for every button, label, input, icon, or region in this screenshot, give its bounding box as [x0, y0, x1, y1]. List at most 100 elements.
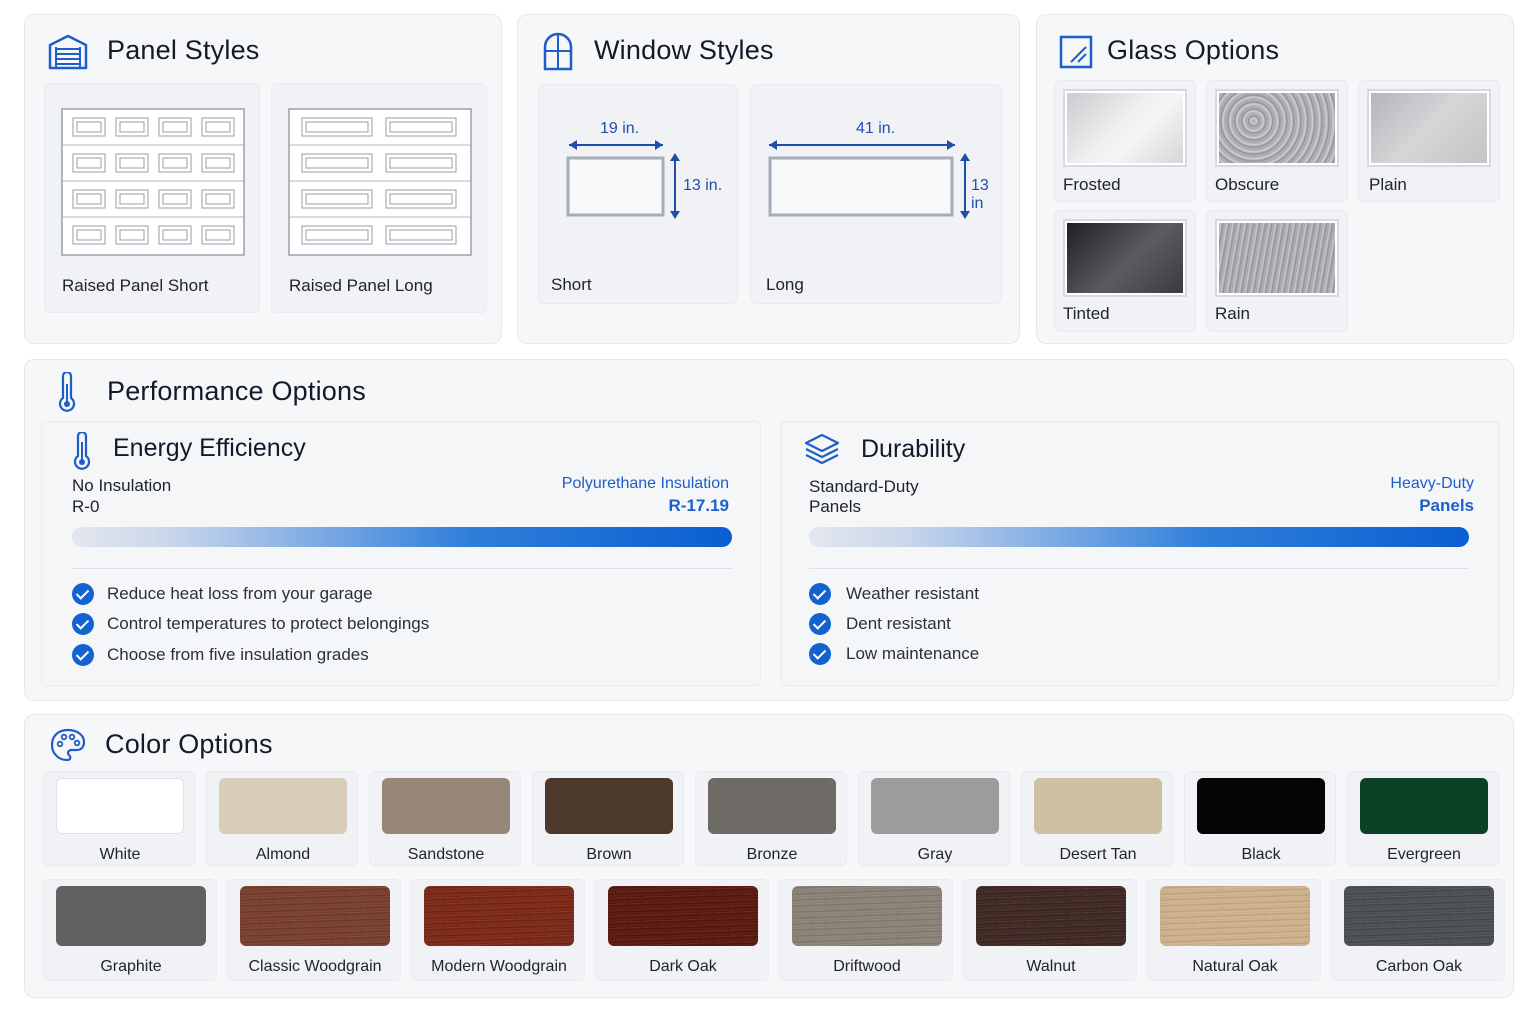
color-option-dark-oak[interactable]: Dark Oak — [595, 879, 769, 981]
glass-option-frosted[interactable]: Frosted — [1054, 80, 1196, 202]
color-option-almond[interactable]: Almond — [206, 771, 358, 866]
color-option-carbon-oak[interactable]: Carbon Oak — [1331, 879, 1505, 981]
color-options-title: Color Options — [105, 729, 273, 759]
palette-icon — [50, 728, 86, 762]
color-swatch — [382, 778, 510, 834]
color-option-label: Driftwood — [833, 958, 901, 975]
panel-styles-title: Panel Styles — [107, 35, 260, 65]
color-option-black[interactable]: Black — [1184, 771, 1336, 866]
check-icon — [72, 644, 94, 666]
color-swatch — [424, 886, 574, 946]
color-option-desert-tan[interactable]: Desert Tan — [1021, 771, 1173, 866]
window-option-short[interactable]: 19 in. 13 in. Short — [538, 84, 738, 304]
performance-options-card: Performance Options Energy Efficiency No… — [24, 359, 1514, 701]
color-option-white[interactable]: White — [43, 771, 195, 866]
glass-option-obscure[interactable]: Obscure — [1206, 80, 1348, 202]
check-icon — [809, 643, 831, 665]
color-option-bronze[interactable]: Bronze — [695, 771, 847, 866]
color-swatch — [545, 778, 673, 834]
durability-panel: Durability Standard-Duty Panels Heavy-Du… — [780, 421, 1500, 686]
panel-option-raised-short[interactable]: Raised Panel Short — [44, 83, 260, 313]
glass-option-label: Rain — [1215, 304, 1250, 323]
energy-efficiency-panel: Energy Efficiency No Insulation R-0 Poly… — [41, 421, 761, 686]
color-option-label: White — [99, 846, 141, 863]
color-option-sandstone[interactable]: Sandstone — [369, 771, 521, 866]
color-option-modern-woodgrain[interactable]: Modern Woodgrain — [411, 879, 585, 981]
color-swatch — [976, 886, 1126, 946]
color-option-label: Dark Oak — [649, 958, 717, 975]
long-window-diagram — [768, 140, 970, 219]
color-option-evergreen[interactable]: Evergreen — [1347, 771, 1499, 866]
color-swatch — [56, 886, 206, 946]
glass-option-label: Tinted — [1063, 304, 1110, 323]
color-option-label: Black — [1241, 846, 1281, 863]
arched-window-icon — [543, 32, 573, 71]
glass-option-tinted[interactable]: Tinted — [1054, 210, 1196, 332]
glass-options-card: Glass Options Frosted Obscure Plain Tint… — [1036, 14, 1514, 344]
check-icon — [72, 613, 94, 635]
color-swatch — [219, 778, 347, 834]
color-option-label: Modern Woodgrain — [431, 958, 567, 975]
color-option-driftwood[interactable]: Driftwood — [779, 879, 953, 981]
energy-feature: Control temperatures to protect belongin… — [107, 614, 430, 633]
color-option-gray[interactable]: Gray — [858, 771, 1010, 866]
color-swatch — [1197, 778, 1325, 834]
color-option-graphite[interactable]: Graphite — [43, 879, 217, 981]
durability-left-label: Panels — [809, 497, 861, 516]
check-icon — [72, 583, 94, 605]
panel-option-label: Raised Panel Long — [289, 276, 433, 295]
color-swatch — [1344, 886, 1494, 946]
energy-left-label: No Insulation — [72, 476, 172, 495]
performance-options-title: Performance Options — [107, 376, 366, 406]
energy-feature: Reduce heat loss from your garage — [107, 584, 373, 603]
color-options-card: Color Options White Almond Sandstone Brown B… — [24, 714, 1514, 998]
durability-feature: Weather resistant — [846, 584, 979, 603]
thermometer-icon — [73, 432, 91, 470]
color-option-label: Carbon Oak — [1375, 958, 1463, 975]
color-swatch — [1034, 778, 1162, 834]
energy-efficiency-slider-track[interactable] — [72, 527, 732, 547]
glass-option-label: Plain — [1369, 175, 1407, 194]
energy-right-value: R-17.19 — [668, 496, 729, 515]
color-swatch — [608, 886, 758, 946]
thermometer-icon — [58, 372, 76, 412]
obscure-glass-swatch — [1215, 89, 1339, 167]
color-option-label: Walnut — [1026, 958, 1076, 975]
window-styles-title: Window Styles — [594, 35, 774, 65]
color-swatch — [56, 778, 184, 834]
color-option-label: Sandstone — [407, 846, 485, 863]
glass-option-label: Obscure — [1215, 175, 1280, 194]
durability-feature: Low maintenance — [846, 644, 980, 663]
color-option-label: Graphite — [100, 958, 162, 975]
color-swatch — [240, 886, 390, 946]
energy-feature: Choose from five insulation grades — [107, 645, 369, 664]
durability-left-label: Standard-Duty — [809, 477, 919, 496]
panel-styles-card: Panel Styles Raised Panel Short Raised P… — [24, 14, 502, 344]
color-option-natural-oak[interactable]: Natural Oak — [1147, 879, 1321, 981]
rain-glass-swatch — [1215, 219, 1339, 297]
color-option-classic-woodgrain[interactable]: Classic Woodgrain — [227, 879, 401, 981]
window-option-label: Long — [766, 275, 804, 294]
window-option-long[interactable]: 41 in. 13 in Long — [750, 84, 1002, 304]
color-option-label: Natural Oak — [1192, 958, 1278, 975]
glass-options-title: Glass Options — [1107, 35, 1280, 65]
glass-option-plain[interactable]: Plain — [1358, 80, 1500, 202]
color-swatch — [708, 778, 836, 834]
window-option-label: Short — [551, 275, 592, 294]
color-option-label: Brown — [586, 846, 632, 863]
divider — [809, 568, 1469, 569]
durability-slider-track[interactable] — [809, 527, 1469, 547]
glass-option-rain[interactable]: Rain — [1206, 210, 1348, 332]
short-window-width: 19 in. — [600, 120, 640, 137]
long-window-width: 41 in. — [856, 120, 896, 137]
color-option-brown[interactable]: Brown — [532, 771, 684, 866]
durability-right-label: Panels — [1419, 496, 1474, 515]
color-swatch — [792, 886, 942, 946]
color-option-walnut[interactable]: Walnut — [963, 879, 1137, 981]
short-window-height: 13 in. — [683, 177, 723, 194]
glass-pane-icon — [1059, 35, 1093, 69]
color-option-label: Almond — [255, 846, 311, 863]
plain-glass-swatch — [1367, 89, 1491, 167]
raised-panel-long-image — [288, 108, 472, 256]
panel-option-raised-long[interactable]: Raised Panel Long — [271, 83, 487, 313]
